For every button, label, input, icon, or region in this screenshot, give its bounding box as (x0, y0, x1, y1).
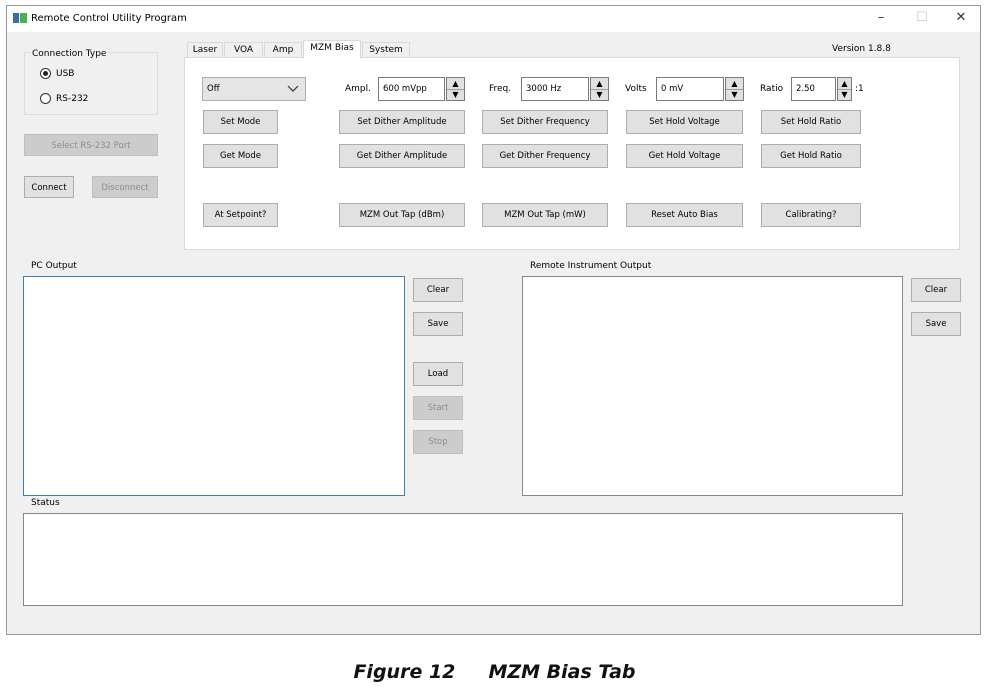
ratio-spinner[interactable]: ▲ ▼ (837, 77, 852, 101)
pc-save-button[interactable]: Save (413, 312, 463, 336)
rs232-radio[interactable] (40, 93, 51, 104)
volts-input[interactable]: 0 mV (656, 77, 724, 101)
maximize-button[interactable]: ☐ (907, 10, 937, 25)
chevron-down-icon (287, 78, 299, 109)
ratio-label: Ratio (760, 84, 784, 94)
pc-output-textbox[interactable] (23, 276, 405, 496)
select-rs232-port-button[interactable]: Select RS-232 Port (24, 134, 158, 156)
usb-radio[interactable] (40, 68, 51, 79)
connection-type-label: Connection Type (30, 49, 109, 59)
mode-value: Off (207, 84, 220, 94)
status-label: Status (31, 498, 60, 508)
ratio-suffix: :1 (855, 84, 864, 94)
tab-voa[interactable]: VOA (224, 42, 263, 58)
set-hold-ratio-button[interactable]: Set Hold Ratio (761, 110, 861, 134)
rs232-label: RS-232 (56, 94, 89, 104)
tab-amp[interactable]: Amp (264, 42, 302, 58)
close-button[interactable]: ✕ (946, 10, 976, 25)
spin-down-icon[interactable]: ▼ (838, 89, 851, 100)
spin-down-icon[interactable]: ▼ (726, 89, 743, 100)
connection-type-group (24, 52, 158, 115)
remote-clear-button[interactable]: Clear (911, 278, 961, 302)
pc-clear-button[interactable]: Clear (413, 278, 463, 302)
get-dither-amplitude-button[interactable]: Get Dither Amplitude (339, 144, 465, 168)
reset-auto-bias-button[interactable]: Reset Auto Bias (626, 203, 743, 227)
calibrating-button[interactable]: Calibrating? (761, 203, 861, 227)
get-hold-ratio-button[interactable]: Get Hold Ratio (761, 144, 861, 168)
figure-caption: Figure 12 MZM Bias Tab (353, 661, 636, 683)
tab-laser[interactable]: Laser (187, 42, 223, 58)
get-dither-frequency-button[interactable]: Get Dither Frequency (482, 144, 608, 168)
get-mode-button[interactable]: Get Mode (203, 144, 278, 168)
connect-button[interactable]: Connect (24, 176, 74, 198)
get-hold-voltage-button[interactable]: Get Hold Voltage (626, 144, 743, 168)
set-dither-amplitude-button[interactable]: Set Dither Amplitude (339, 110, 465, 134)
mode-dropdown[interactable]: Off (202, 77, 306, 101)
volts-label: Volts (625, 84, 647, 94)
spin-down-icon[interactable]: ▼ (591, 89, 608, 100)
version-label: Version 1.8.8 (832, 44, 891, 54)
set-hold-voltage-button[interactable]: Set Hold Voltage (626, 110, 743, 134)
set-dither-frequency-button[interactable]: Set Dither Frequency (482, 110, 608, 134)
volts-spinner[interactable]: ▲ ▼ (725, 77, 744, 101)
spin-down-icon[interactable]: ▼ (447, 89, 464, 100)
at-setpoint-button[interactable]: At Setpoint? (203, 203, 278, 227)
window-title: Remote Control Utility Program (31, 13, 187, 24)
freq-spinner[interactable]: ▲ ▼ (590, 77, 609, 101)
remote-output-label: Remote Instrument Output (530, 261, 652, 271)
usb-label: USB (56, 69, 75, 79)
remote-output-textbox[interactable] (522, 276, 903, 496)
freq-label: Freq. (489, 84, 512, 94)
pc-load-button[interactable]: Load (413, 362, 463, 386)
pc-stop-button[interactable]: Stop (413, 430, 463, 454)
freq-input[interactable]: 3000 Hz (521, 77, 589, 101)
mzm-out-tap-mw-button[interactable]: MZM Out Tap (mW) (482, 203, 608, 227)
app-icon (13, 13, 27, 23)
ampl-input[interactable]: 600 mVpp (378, 77, 445, 101)
ampl-label: Ampl. (345, 84, 371, 94)
disconnect-button[interactable]: Disconnect (92, 176, 158, 198)
mzm-out-tap-dbm-button[interactable]: MZM Out Tap (dBm) (339, 203, 465, 227)
status-textbox[interactable] (23, 513, 903, 606)
tab-mzm-bias[interactable]: MZM Bias (303, 40, 361, 59)
minimize-button[interactable]: – (866, 10, 896, 25)
set-mode-button[interactable]: Set Mode (203, 110, 278, 134)
pc-output-label: PC Output (31, 261, 77, 271)
pc-start-button[interactable]: Start (413, 396, 463, 420)
ampl-spinner[interactable]: ▲ ▼ (446, 77, 465, 101)
remote-save-button[interactable]: Save (911, 312, 961, 336)
tab-system[interactable]: System (362, 42, 410, 58)
ratio-input[interactable]: 2.50 (791, 77, 836, 101)
